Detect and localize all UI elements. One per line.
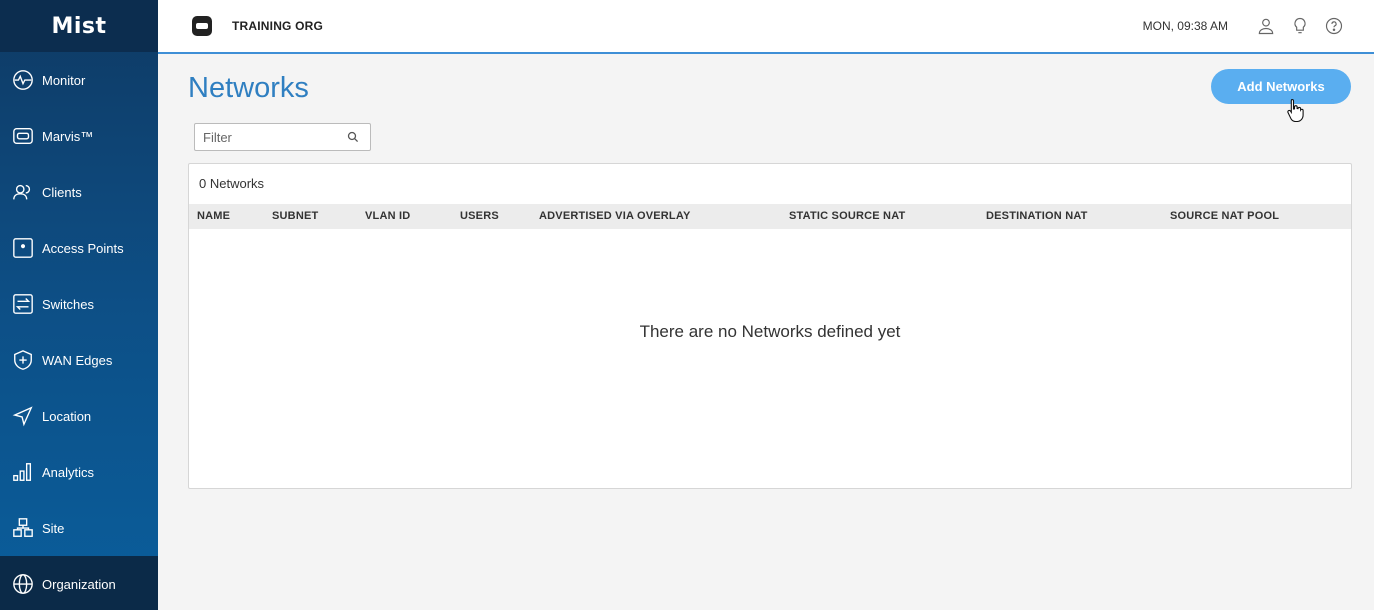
site-icon [13,518,33,537]
column-header-name[interactable]: NAME [197,210,230,222]
analytics-icon [13,463,32,481]
access-point-icon [13,238,33,258]
sidebar-item-label: Access Points [42,240,124,256]
column-header-static-source-nat[interactable]: STATIC SOURCE NAT [789,210,905,222]
column-header-subnet[interactable]: SUBNET [272,210,318,222]
sidebar-item-analytics[interactable]: Analytics [0,444,158,500]
logo-text: Mist [51,13,107,39]
filter-box[interactable] [194,123,371,151]
wan-edge-icon [14,350,32,370]
switch-icon [13,294,33,314]
sidebar-item-switches[interactable]: Switches [0,276,158,332]
lightbulb-icon[interactable] [1290,16,1310,36]
column-header-users[interactable]: USERS [460,210,499,222]
sidebar-item-label: Analytics [42,464,95,480]
clients-icon [13,184,31,200]
org-badge-icon[interactable] [192,16,212,36]
sidebar-item-label: Location [42,408,92,424]
search-icon[interactable] [347,131,359,143]
monitor-icon [13,70,33,90]
sidebar-item-site[interactable]: Site [0,500,158,556]
sidebar-item-organization[interactable]: Organization [0,556,158,610]
sidebar: Mist Monitor Marvis™ Clients Access Poin… [0,0,158,610]
sidebar-item-label: Organization [42,576,116,592]
column-header-destination-nat[interactable]: DESTINATION NAT [986,210,1088,222]
column-header-vlan-id[interactable]: VLAN ID [365,210,410,222]
sidebar-item-wan-edges[interactable]: WAN Edges [0,332,158,388]
add-networks-button[interactable]: Add Networks [1211,69,1351,104]
header: TRAINING ORG MON, 09:38 AM [158,0,1374,54]
hand-cursor-icon [1287,98,1304,122]
sidebar-item-label: Monitor [42,72,86,88]
networks-table-panel: 0 Networks NAME SUBNET VLAN ID USERS ADV… [188,163,1352,489]
sidebar-item-label: Site [42,520,65,536]
sidebar-item-label: Clients [42,184,82,200]
network-count: 0 Networks [199,176,265,191]
mist-logo[interactable]: Mist [0,0,158,52]
organization-icon [13,574,33,594]
sidebar-item-access-points[interactable]: Access Points [0,220,158,276]
sidebar-item-label: Marvis™ [42,128,94,144]
sidebar-item-clients[interactable]: Clients [0,164,158,220]
sidebar-item-label: WAN Edges [42,352,113,368]
sidebar-item-location[interactable]: Location [0,388,158,444]
page-title: Networks [188,72,309,104]
marvis-icon [13,127,33,145]
filter-input[interactable] [203,129,343,145]
clock: MON, 09:38 AM [1142,19,1228,33]
location-icon [12,406,33,427]
table-header: NAME SUBNET VLAN ID USERS ADVERTISED VIA… [189,204,1351,229]
user-icon[interactable] [1256,16,1276,36]
sidebar-item-marvis[interactable]: Marvis™ [0,108,158,164]
column-header-source-nat-pool[interactable]: SOURCE NAT POOL [1170,210,1279,222]
empty-state-message: There are no Networks defined yet [639,322,901,341]
help-icon[interactable] [1324,16,1344,36]
sidebar-item-label: Switches [42,296,95,312]
header-right: MON, 09:38 AM [1143,16,1344,36]
org-name[interactable]: TRAINING ORG [232,19,323,33]
sidebar-item-monitor[interactable]: Monitor [0,52,158,108]
column-header-advertised-via-overlay[interactable]: ADVERTISED VIA OVERLAY [539,210,691,222]
